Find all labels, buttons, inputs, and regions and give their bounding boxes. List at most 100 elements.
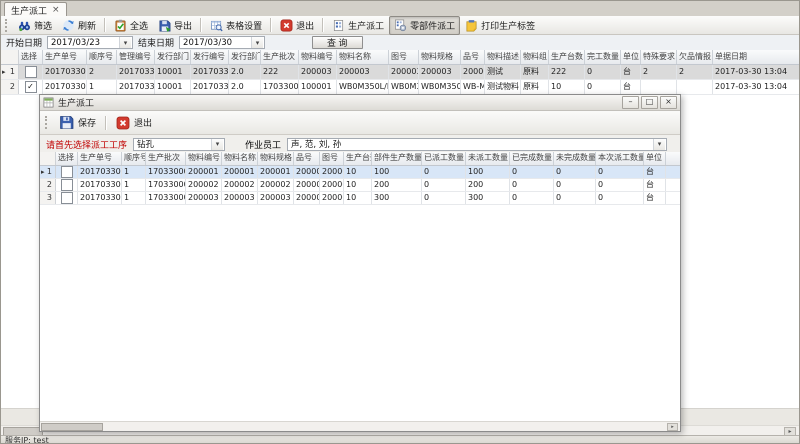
table-cell: 原料 (521, 80, 549, 94)
filter-button[interactable]: 筛选 (13, 16, 57, 35)
column-header[interactable]: 选择 (19, 50, 43, 64)
exit-button[interactable]: 退出 (275, 16, 319, 35)
column-header[interactable]: 单位 (621, 50, 641, 64)
select-all-button[interactable]: 全选 (109, 16, 153, 35)
column-header[interactable]: 生产台数 (344, 152, 372, 165)
column-header[interactable]: 品号 (294, 152, 320, 165)
table-cell: 200002 (294, 179, 320, 191)
column-header[interactable]: 完工数量 (585, 50, 621, 64)
dialog-exit-button[interactable]: 退出 (110, 114, 158, 132)
start-date-dropdown[interactable]: 2017/03/23 ▾ (47, 36, 133, 49)
chevron-down-icon[interactable]: ▾ (119, 37, 131, 48)
column-header[interactable]: 图号 (320, 152, 344, 165)
column-header[interactable]: 选择 (56, 152, 78, 165)
column-header[interactable]: 生产单号 (43, 50, 87, 64)
table-row[interactable]: ▸120170330001220170330001100012017033000… (1, 65, 799, 80)
tab-close-icon[interactable]: × (52, 6, 60, 15)
column-header[interactable]: 生产批次 (146, 152, 186, 165)
toolbar-grip[interactable] (5, 19, 9, 32)
row-checkbox[interactable] (61, 179, 73, 191)
table-cell: WB0M350L/P30086 (337, 80, 389, 94)
column-header[interactable]: 生产单号 (78, 152, 122, 165)
column-header[interactable]: 单位 (644, 152, 666, 165)
row-checkbox[interactable] (25, 66, 37, 78)
row-checkbox[interactable] (61, 166, 73, 178)
scrollbar-right-arrow[interactable]: ▸ (667, 423, 678, 431)
column-header[interactable]: 管理编号 (117, 50, 155, 64)
tab-production-dispatch[interactable]: 生产派工 × (4, 2, 67, 17)
table-cell: 0 (585, 80, 621, 94)
column-header[interactable]: 物料描述 (485, 50, 521, 64)
dialog-horizontal-scrollbar[interactable]: ▸ (40, 421, 680, 431)
column-header[interactable]: 物料规格 (258, 152, 294, 165)
parts-dispatch-button[interactable]: 零部件派工 (389, 16, 460, 35)
dispatch-button[interactable]: 生产派工 (327, 16, 389, 35)
column-header[interactable]: 生产台数 (549, 50, 585, 64)
table-row[interactable]: 2201703300011170330001200002200002200002… (40, 179, 680, 192)
toolbar-grip[interactable] (45, 116, 49, 129)
dialog-title-bar[interactable]: 生产派工 – □ × (40, 95, 680, 111)
row-checkbox[interactable]: ✓ (25, 81, 37, 93)
table-row[interactable]: 2✓20170330001120170330001100012017033000… (1, 80, 799, 95)
column-header[interactable]: 本次派工数量 (596, 152, 644, 165)
column-header[interactable]: 已派工数量 (422, 152, 466, 165)
table-cell: 0 (554, 166, 596, 178)
scrollbar-thumb[interactable] (41, 423, 103, 431)
table-cell: 20170330001 (78, 166, 122, 178)
dispatch-grid-icon (332, 19, 345, 32)
table-cell: 20170330001 (117, 65, 155, 79)
column-header[interactable]: 特殊要求 (641, 50, 677, 64)
table-cell (641, 80, 677, 94)
refresh-button[interactable]: 刷新 (57, 16, 101, 35)
chevron-down-icon[interactable]: ▾ (653, 139, 665, 150)
close-button[interactable]: × (660, 96, 677, 109)
process-dropdown[interactable]: 钻孔 ▾ (133, 138, 225, 151)
query-button[interactable]: 查 询 (312, 36, 363, 49)
table-cell: 10001 (155, 65, 191, 79)
column-header[interactable]: 品号 (461, 50, 485, 64)
column-header[interactable]: 已完成数量 (510, 152, 554, 165)
column-header[interactable]: 顺序号 (122, 152, 146, 165)
chevron-down-icon[interactable]: ▾ (211, 139, 223, 150)
table-settings-button[interactable]: 表格设置 (205, 16, 267, 35)
table-cell: 0 (422, 166, 466, 178)
column-header[interactable]: 图号 (389, 50, 419, 64)
column-header[interactable]: 物料编号 (186, 152, 222, 165)
column-header[interactable]: 物料编号 (299, 50, 337, 64)
table-cell: 台 (644, 179, 666, 191)
column-header[interactable]: 物料规格 (419, 50, 461, 64)
table-cell: 100 (466, 166, 510, 178)
column-header[interactable]: 生产批次 (261, 50, 299, 64)
column-header[interactable]: 顺序号 (87, 50, 117, 64)
maximize-button[interactable]: □ (641, 96, 658, 109)
table-cell: 200 (466, 179, 510, 191)
column-header[interactable]: 发行部门 (155, 50, 191, 64)
export-button[interactable]: 导出 (153, 16, 197, 35)
column-header[interactable]: 物料名称 (222, 152, 258, 165)
column-header[interactable]: 欠品情报 (677, 50, 713, 64)
chevron-down-icon[interactable]: ▾ (251, 37, 263, 48)
table-cell: 200003 (186, 192, 222, 204)
table-row[interactable]: ▸120170330001117033000120000120000120000… (40, 166, 680, 179)
minimize-button[interactable]: – (622, 96, 639, 109)
column-header[interactable]: 发行部门 (229, 50, 261, 64)
column-header[interactable]: 发行编号 (191, 50, 229, 64)
save-button[interactable]: 保存 (53, 113, 102, 132)
column-header[interactable]: 单据日期 (713, 50, 799, 64)
column-header[interactable]: 物料名称 (337, 50, 389, 64)
refresh-button-label: 刷新 (78, 19, 96, 32)
export-button-label: 导出 (174, 19, 192, 32)
floppy-export-icon (158, 19, 171, 32)
select-cell (56, 192, 78, 204)
column-header[interactable]: 未完成数量 (554, 152, 596, 165)
worker-dropdown[interactable]: 声, 范, 刘, 孙 ▾ (287, 138, 667, 151)
column-header[interactable]: 未派工数量 (466, 152, 510, 165)
row-checkbox[interactable] (61, 192, 73, 204)
parts-dispatch-icon (394, 19, 407, 32)
print-label-button[interactable]: 打印生产标签 (460, 16, 540, 35)
end-date-dropdown[interactable]: 2017/03/30 ▾ (179, 36, 265, 49)
table-row[interactable]: 3201703300011170330001200003200003200003… (40, 192, 680, 205)
column-header[interactable]: 物料组 (521, 50, 549, 64)
column-header[interactable]: 部件生产数量 (372, 152, 422, 165)
table-cell: 10 (344, 179, 372, 191)
